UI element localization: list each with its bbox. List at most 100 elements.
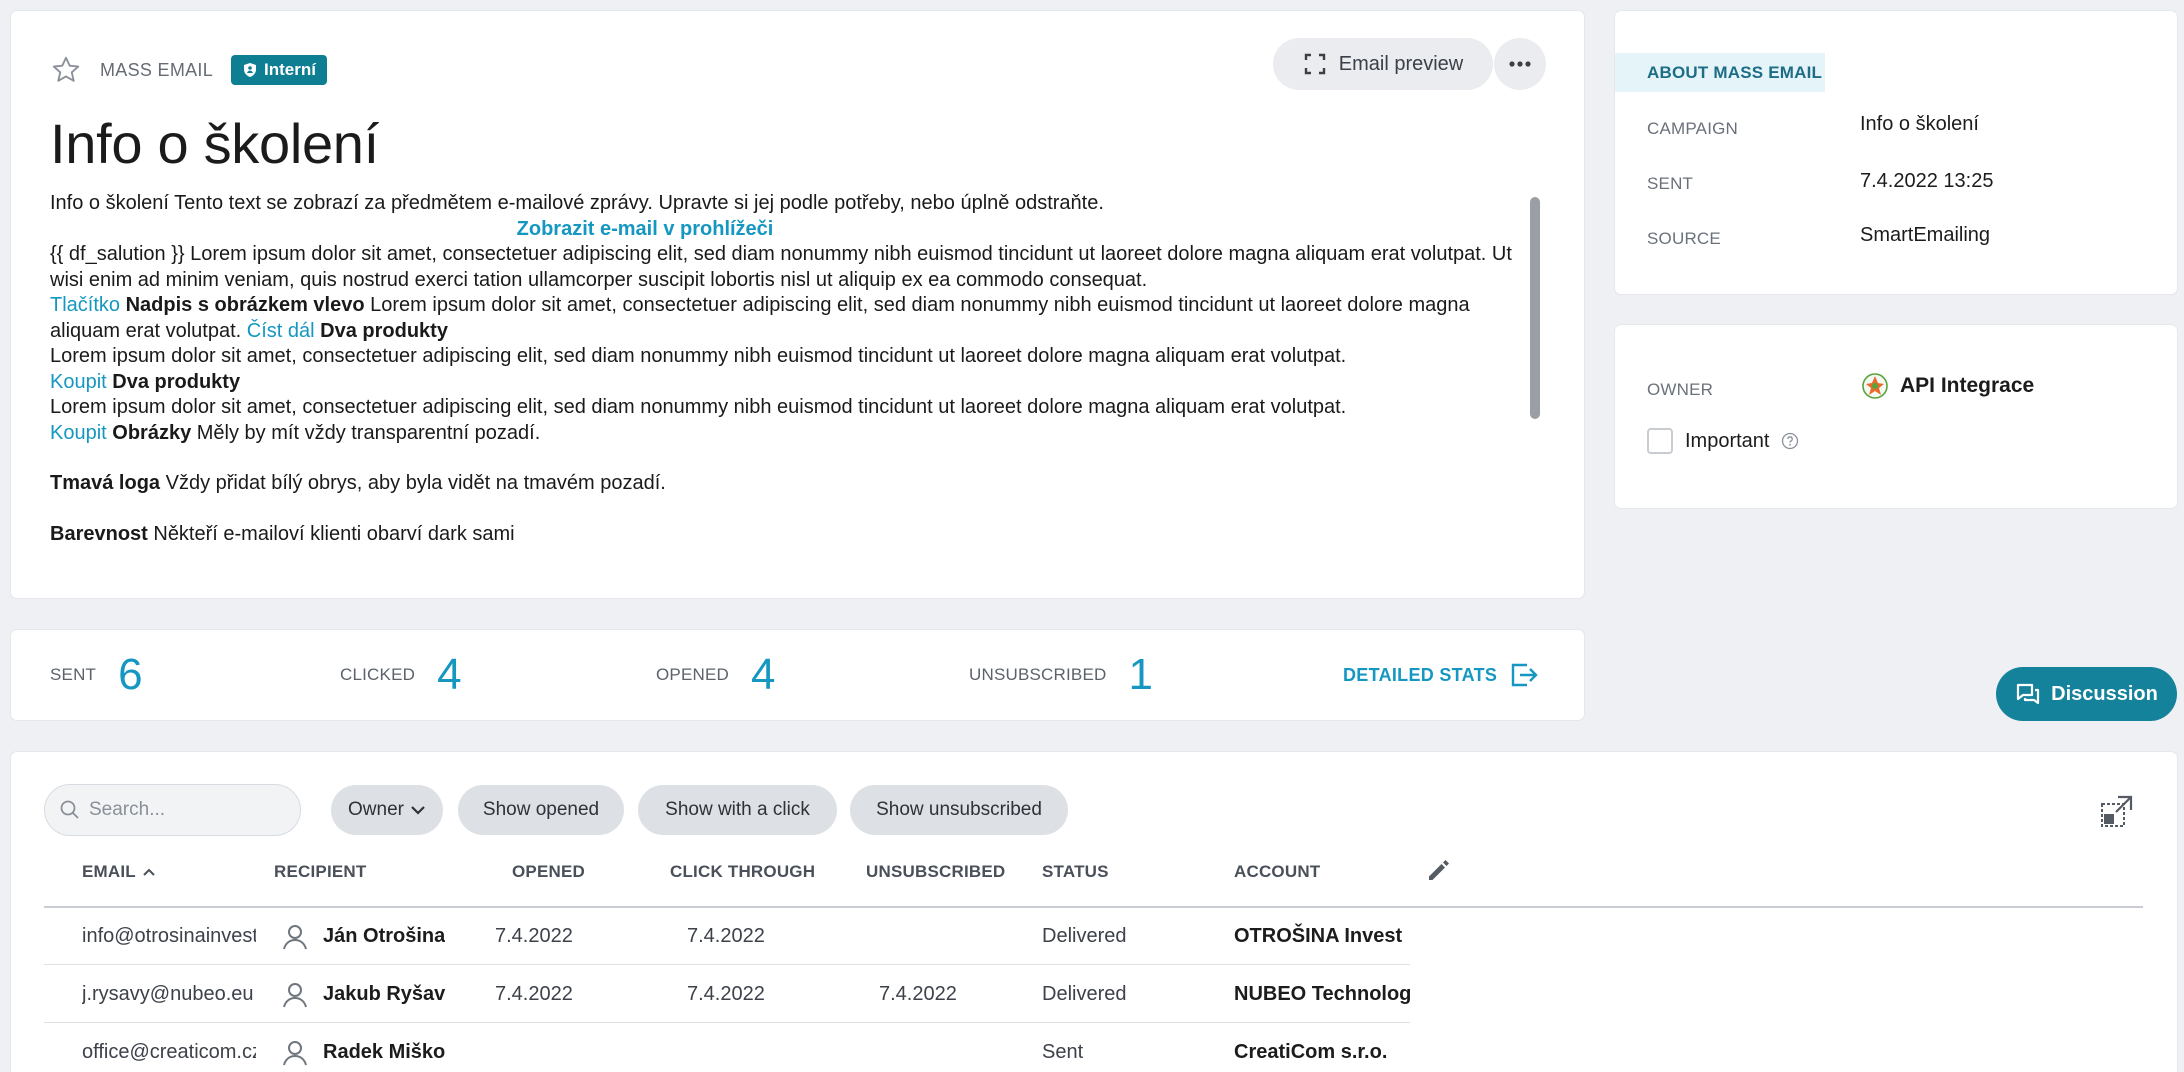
- row-recipient[interactable]: Ján Otrošina: [279, 908, 445, 965]
- column-recipient[interactable]: RECIPIENT: [274, 862, 366, 882]
- show-opened-filter[interactable]: Show opened: [458, 785, 624, 835]
- important-checkbox[interactable]: [1647, 428, 1673, 454]
- help-icon[interactable]: [1781, 432, 1799, 450]
- row-account[interactable]: OTROŠINA Invest: [1234, 908, 1410, 965]
- email-content-preview: Info o školení Tento text se zobrazí za …: [50, 191, 1540, 546]
- source-label: SOURCE: [1647, 229, 1721, 248]
- images-text: Měly by mít vždy transparentní pozadí.: [191, 421, 541, 444]
- expand-icon[interactable]: [2100, 794, 2134, 828]
- mass-email-card: MASS EMAIL Interní Email preview Info o …: [11, 11, 1584, 598]
- stat-clicked-value: 4: [437, 650, 462, 699]
- dark-logos-text: Vždy přidat bílý obrys, aby byla vidět n…: [160, 472, 666, 494]
- two-products-heading: Dva produkty: [320, 319, 448, 342]
- sent-value: 7.4.2022 13:25: [1860, 170, 1994, 192]
- owner-label: OWNER: [1647, 380, 1714, 399]
- owner-name: API Integrace: [1900, 374, 2035, 397]
- column-opened[interactable]: OPENED: [512, 862, 585, 882]
- owner-filter-dropdown[interactable]: Owner: [331, 785, 443, 835]
- stats-card: SENT 6 CLICKED 4 OPENED 4 UNSUBSCRIBED 1…: [11, 630, 1584, 720]
- stat-clicked-label: CLICKED: [340, 665, 416, 684]
- content-scrollbar[interactable]: [1530, 197, 1540, 419]
- detailed-stats-label: DETAILED STATS: [1343, 664, 1498, 685]
- star-icon[interactable]: [50, 54, 82, 86]
- page-title: Info o školení: [50, 112, 379, 175]
- stat-unsubscribed-label: UNSUBSCRIBED: [969, 665, 1107, 684]
- important-label: Important: [1685, 429, 1770, 452]
- row-account[interactable]: CreatiCom s.r.o.: [1234, 1024, 1410, 1072]
- heading-image-left: Nadpis s obrázkem vlevo: [125, 294, 365, 316]
- campaign-value[interactable]: Info o školení: [1860, 113, 1979, 136]
- view-in-browser-link[interactable]: Zobrazit e-mail v prohlížeči: [517, 218, 774, 240]
- column-email[interactable]: EMAIL: [82, 862, 156, 882]
- stat-sent: SENT 6: [50, 630, 143, 720]
- tab-about-mass-email[interactable]: ABOUT MASS EMAIL: [1615, 53, 1825, 92]
- buy-link[interactable]: Koupit: [50, 371, 107, 393]
- stat-opened: OPENED 4: [656, 630, 775, 720]
- search-input[interactable]: [89, 799, 279, 821]
- column-unsubscribed[interactable]: UNSUBSCRIBED: [866, 862, 1005, 882]
- visibility-badge-label: Interní: [264, 60, 316, 79]
- row-recipient-name: Jakub Ryšavý: [323, 983, 445, 1005]
- user-icon: [279, 979, 311, 1011]
- stat-sent-value: 6: [118, 650, 143, 699]
- column-status[interactable]: STATUS: [1042, 862, 1109, 882]
- owner-filter-label: Owner: [348, 799, 404, 820]
- search-icon: [59, 799, 81, 821]
- two-products-heading: Dva produkty: [112, 370, 241, 393]
- header-row: MASS EMAIL Interní: [50, 46, 327, 94]
- discussion-label: Discussion: [2051, 682, 2158, 705]
- shield-icon: [242, 62, 258, 78]
- column-account[interactable]: ACCOUNT: [1234, 862, 1320, 882]
- row-status: Delivered: [1042, 925, 1127, 947]
- row-unsubscribed: 7.4.2022: [879, 983, 957, 1005]
- row-recipient[interactable]: Jakub Ryšavý: [279, 966, 445, 1023]
- button-link[interactable]: Tlačítko: [50, 294, 120, 316]
- row-email[interactable]: office@creaticom.cz: [82, 1024, 256, 1072]
- table-row[interactable]: info@otrosinainvest.cz Ján Otrošina 7.4.…: [44, 908, 1410, 965]
- user-icon: [279, 1037, 311, 1069]
- discussion-button[interactable]: Discussion: [1996, 667, 2177, 721]
- row-recipient[interactable]: Radek Miškovský: [279, 1024, 445, 1072]
- stat-opened-label: OPENED: [656, 665, 729, 684]
- row-status: Delivered: [1042, 983, 1127, 1005]
- preheader-text: Info o školení Tento text se zobrazí za …: [50, 192, 1104, 214]
- chat-icon: [2015, 682, 2041, 706]
- table-row[interactable]: j.rysavy@nubeo.eu Jakub Ryšavý 7.4.2022 …: [44, 966, 1410, 1023]
- row-click-through: 7.4.2022: [687, 983, 765, 1005]
- buy-link[interactable]: Koupit: [50, 422, 107, 444]
- table-row[interactable]: office@creaticom.cz Radek Miškovský Sent…: [44, 1024, 1410, 1072]
- row-email[interactable]: j.rysavy@nubeo.eu: [82, 966, 256, 1023]
- product-text: Lorem ipsum dolor sit amet, consectetuer…: [50, 396, 1347, 418]
- row-email[interactable]: info@otrosinainvest.cz: [82, 908, 256, 965]
- row-click-through: 7.4.2022: [687, 925, 765, 947]
- about-card: ABOUT MASS EMAIL CAMPAIGN Info o školení…: [1615, 11, 2177, 294]
- email-preview-label: Email preview: [1338, 52, 1464, 75]
- column-click-through[interactable]: CLICK THROUGH: [670, 862, 815, 882]
- owner-avatar-icon: [1860, 371, 1890, 401]
- row-account[interactable]: NUBEO Technologies: [1234, 966, 1410, 1023]
- search-box[interactable]: [44, 784, 301, 836]
- sort-up-icon: [142, 867, 156, 877]
- more-actions-button[interactable]: [1494, 38, 1546, 90]
- show-unsubscribed-filter[interactable]: Show unsubscribed: [850, 785, 1068, 835]
- campaign-label: CAMPAIGN: [1647, 119, 1739, 138]
- show-with-click-filter[interactable]: Show with a click: [638, 785, 837, 835]
- export-icon: [1509, 661, 1539, 689]
- stat-sent-label: SENT: [50, 665, 97, 684]
- fullscreen-icon: [1303, 52, 1327, 76]
- colors-heading: Barevnost: [50, 522, 148, 545]
- row-recipient-name: Ján Otrošina: [323, 925, 445, 947]
- email-preview-button[interactable]: Email preview: [1273, 38, 1493, 90]
- user-icon: [279, 921, 311, 953]
- pencil-icon[interactable]: [1425, 856, 1453, 884]
- owner-card: OWNER API Integrace Important: [1615, 325, 2177, 508]
- detailed-stats-link[interactable]: DETAILED STATS: [1343, 630, 1539, 720]
- chevron-down-icon: [410, 805, 426, 815]
- sent-label: SENT: [1647, 174, 1694, 193]
- column-email-label: EMAIL: [82, 862, 136, 881]
- more-icon: [1508, 60, 1532, 68]
- source-value: SmartEmailing: [1860, 224, 1991, 246]
- visibility-badge[interactable]: Interní: [231, 55, 327, 85]
- owner-value[interactable]: API Integrace: [1860, 371, 2034, 401]
- read-more-link[interactable]: Číst dál: [247, 320, 315, 342]
